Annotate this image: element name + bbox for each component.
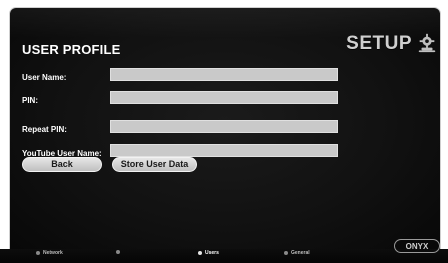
- nav-item-unlabeled[interactable]: [116, 250, 123, 254]
- nav-bullet-icon: [116, 250, 120, 254]
- pin-label: PIN:: [22, 96, 38, 105]
- youtube-user-name-field[interactable]: [110, 144, 338, 157]
- bottom-nav-bar: [0, 249, 448, 263]
- nav-item-label: Users: [205, 250, 219, 256]
- nav-item-network[interactable]: Network: [36, 250, 63, 256]
- nav-bullet-icon: [284, 251, 288, 255]
- pin-field[interactable]: [110, 91, 338, 104]
- brand-logo: ONYX: [394, 239, 440, 253]
- nav-item-users[interactable]: Users: [198, 250, 219, 256]
- nav-item-general[interactable]: General: [284, 250, 310, 256]
- nav-bullet-icon: [198, 251, 202, 255]
- nav-item-label: Network: [43, 250, 63, 256]
- brand-wordmark: ONYX: [406, 242, 429, 251]
- nav-item-label: General: [291, 250, 310, 256]
- repeat-pin-field[interactable]: [110, 120, 338, 133]
- nav-bullet-icon: [36, 251, 40, 255]
- repeat-pin-label: Repeat PIN:: [22, 125, 67, 134]
- user-name-field[interactable]: [110, 68, 338, 81]
- tool-gear-icon: [418, 33, 436, 53]
- store-user-data-button[interactable]: Store User Data: [112, 157, 197, 172]
- user-name-label: User Name:: [22, 73, 67, 82]
- setup-heading: SETUP: [346, 33, 412, 54]
- page-title: USER PROFILE: [22, 42, 121, 57]
- back-button[interactable]: Back: [22, 157, 102, 172]
